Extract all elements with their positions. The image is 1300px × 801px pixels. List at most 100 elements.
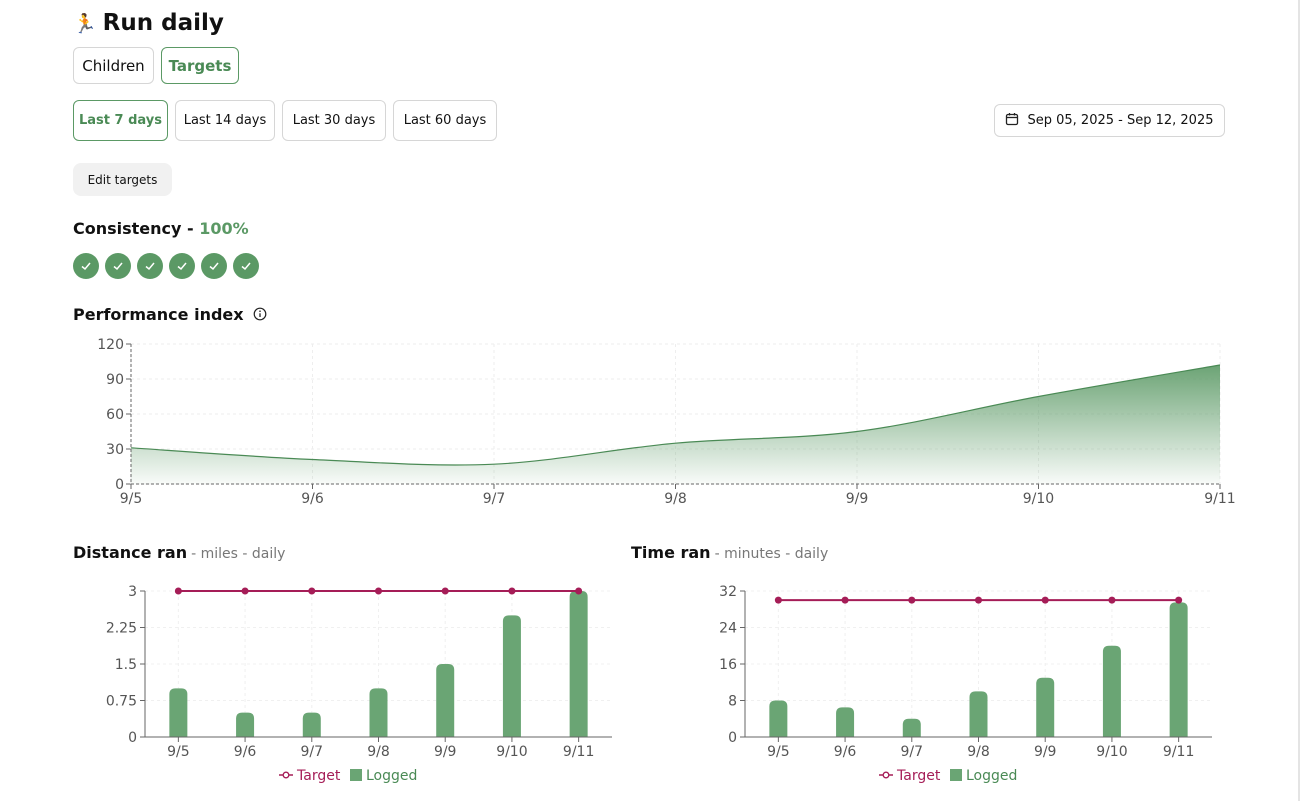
check-icon: [233, 253, 259, 279]
check-icon: [105, 253, 131, 279]
y-tick-label: 0.75: [106, 694, 137, 710]
legend-logged-label: Logged: [966, 768, 1017, 784]
y-tick-label: 32: [719, 584, 737, 600]
calendar-icon: [1005, 112, 1019, 130]
check-icon: [169, 253, 195, 279]
x-tick-label: 9/9: [434, 744, 457, 760]
legend-target-marker: [882, 771, 890, 779]
performance-heading: Performance index: [73, 305, 267, 325]
logged-bar: [1102, 645, 1121, 737]
target-point: [508, 587, 516, 595]
check-icon: [73, 253, 99, 279]
x-tick-label: 9/11: [1204, 491, 1235, 507]
x-tick-label: 9/10: [1023, 491, 1054, 507]
y-tick-label: 30: [106, 442, 124, 458]
legend-target-label: Target: [896, 768, 941, 784]
x-tick-label: 9/9: [1034, 744, 1057, 760]
target-point: [575, 587, 583, 595]
check-icon: [137, 253, 163, 279]
check-icon: [201, 253, 227, 279]
page-title: 🏃 Run daily: [73, 8, 224, 38]
target-point: [908, 596, 916, 604]
logged-bar: [169, 688, 188, 737]
consistency-heading: Consistency - 100%: [73, 219, 249, 238]
x-tick-label: 9/8: [367, 744, 390, 760]
x-tick-label: 9/6: [234, 744, 257, 760]
logged-bar: [969, 691, 988, 737]
logged-bar: [1169, 602, 1188, 737]
legend-target-marker: [282, 771, 290, 779]
y-tick-label: 16: [719, 657, 737, 673]
logged-bar: [569, 591, 588, 737]
target-point: [1175, 596, 1183, 604]
x-tick-label: 9/11: [1163, 744, 1194, 760]
date-range-picker[interactable]: Sep 05, 2025 - Sep 12, 2025: [994, 104, 1225, 137]
x-tick-label: 9/5: [120, 491, 143, 507]
y-tick-label: 1.5: [115, 657, 137, 673]
x-tick-label: 9/8: [664, 491, 687, 507]
range-last-30-days[interactable]: Last 30 days: [282, 100, 386, 141]
y-tick-label: 3: [128, 584, 137, 600]
range-last-7-days[interactable]: Last 7 days: [73, 100, 168, 141]
page-title-text: Run daily: [102, 10, 224, 36]
legend-logged-swatch: [350, 769, 362, 781]
date-range-label: Sep 05, 2025 - Sep 12, 2025: [1027, 113, 1214, 128]
range-last-14-days[interactable]: Last 14 days: [175, 100, 275, 141]
x-tick-label: 9/6: [301, 491, 324, 507]
x-tick-label: 9/8: [967, 744, 990, 760]
time-chart: 0 8 16 24 32 9/5 9/6 9/7 9/8 9/9 9/10 9/11 Target Log…: [719, 584, 1212, 784]
logged-bar: [502, 615, 521, 737]
target-point: [441, 587, 449, 595]
target-point: [308, 587, 316, 595]
x-tick-label: 9/5: [767, 744, 790, 760]
consistency-checks: [73, 253, 259, 279]
target-point: [174, 587, 182, 595]
target-point: [1108, 596, 1116, 604]
runner-icon: 🏃: [73, 12, 97, 35]
x-tick-label: 9/9: [846, 491, 869, 507]
legend-logged-swatch: [950, 769, 962, 781]
x-tick-label: 9/11: [563, 744, 594, 760]
y-tick-label: 60: [106, 407, 124, 423]
logged-bar: [236, 712, 255, 737]
y-tick-label: 120: [97, 337, 124, 353]
tab-children[interactable]: Children: [73, 47, 154, 84]
x-tick-label: 9/6: [834, 744, 857, 760]
target-point: [975, 596, 982, 604]
x-tick-label: 9/7: [901, 744, 924, 760]
range-last-60-days[interactable]: Last 60 days: [393, 100, 497, 141]
x-tick-label: 9/5: [167, 744, 190, 760]
target-point: [1041, 596, 1049, 604]
logged-bar: [369, 688, 388, 737]
target-point: [241, 587, 249, 595]
logged-bar: [769, 700, 788, 737]
legend-target-label: Target: [296, 768, 341, 784]
distance-heading: Distance ran - miles - daily: [73, 543, 286, 562]
logged-bar: [436, 664, 455, 737]
consistency-value: 100%: [199, 219, 249, 238]
target-point: [774, 596, 782, 604]
logged-bar: [836, 707, 855, 737]
y-tick-label: 0: [128, 730, 137, 746]
legend-logged-label: Logged: [366, 768, 417, 784]
y-tick-label: 0: [728, 730, 737, 746]
distance-chart: 0 0.75 1.5 2.25 3 9/5 9/6 9/7 9/8 9/9 9/10 9/11 Targ…: [106, 584, 612, 784]
performance-chart: 03060901209/5 9/6 9/7 9/8 9/9 9/10 9/11: [97, 337, 1235, 507]
y-tick-label: 24: [719, 621, 737, 637]
logged-bar: [1036, 677, 1055, 737]
logged-bar: [902, 718, 921, 737]
edit-targets-button[interactable]: Edit targets: [73, 163, 172, 196]
y-tick-label: 8: [728, 694, 737, 710]
target-point: [375, 587, 382, 595]
x-tick-label: 9/10: [1096, 744, 1127, 760]
tab-targets[interactable]: Targets: [161, 47, 239, 84]
x-tick-label: 9/10: [496, 744, 527, 760]
y-tick-label: 90: [106, 372, 124, 388]
logged-bar: [302, 712, 321, 737]
target-point: [841, 596, 849, 604]
x-tick-label: 9/7: [301, 744, 324, 760]
x-tick-label: 9/7: [483, 491, 506, 507]
time-heading: Time ran - minutes - daily: [631, 543, 829, 562]
y-tick-label: 2.25: [106, 621, 137, 637]
info-icon[interactable]: [253, 306, 267, 325]
